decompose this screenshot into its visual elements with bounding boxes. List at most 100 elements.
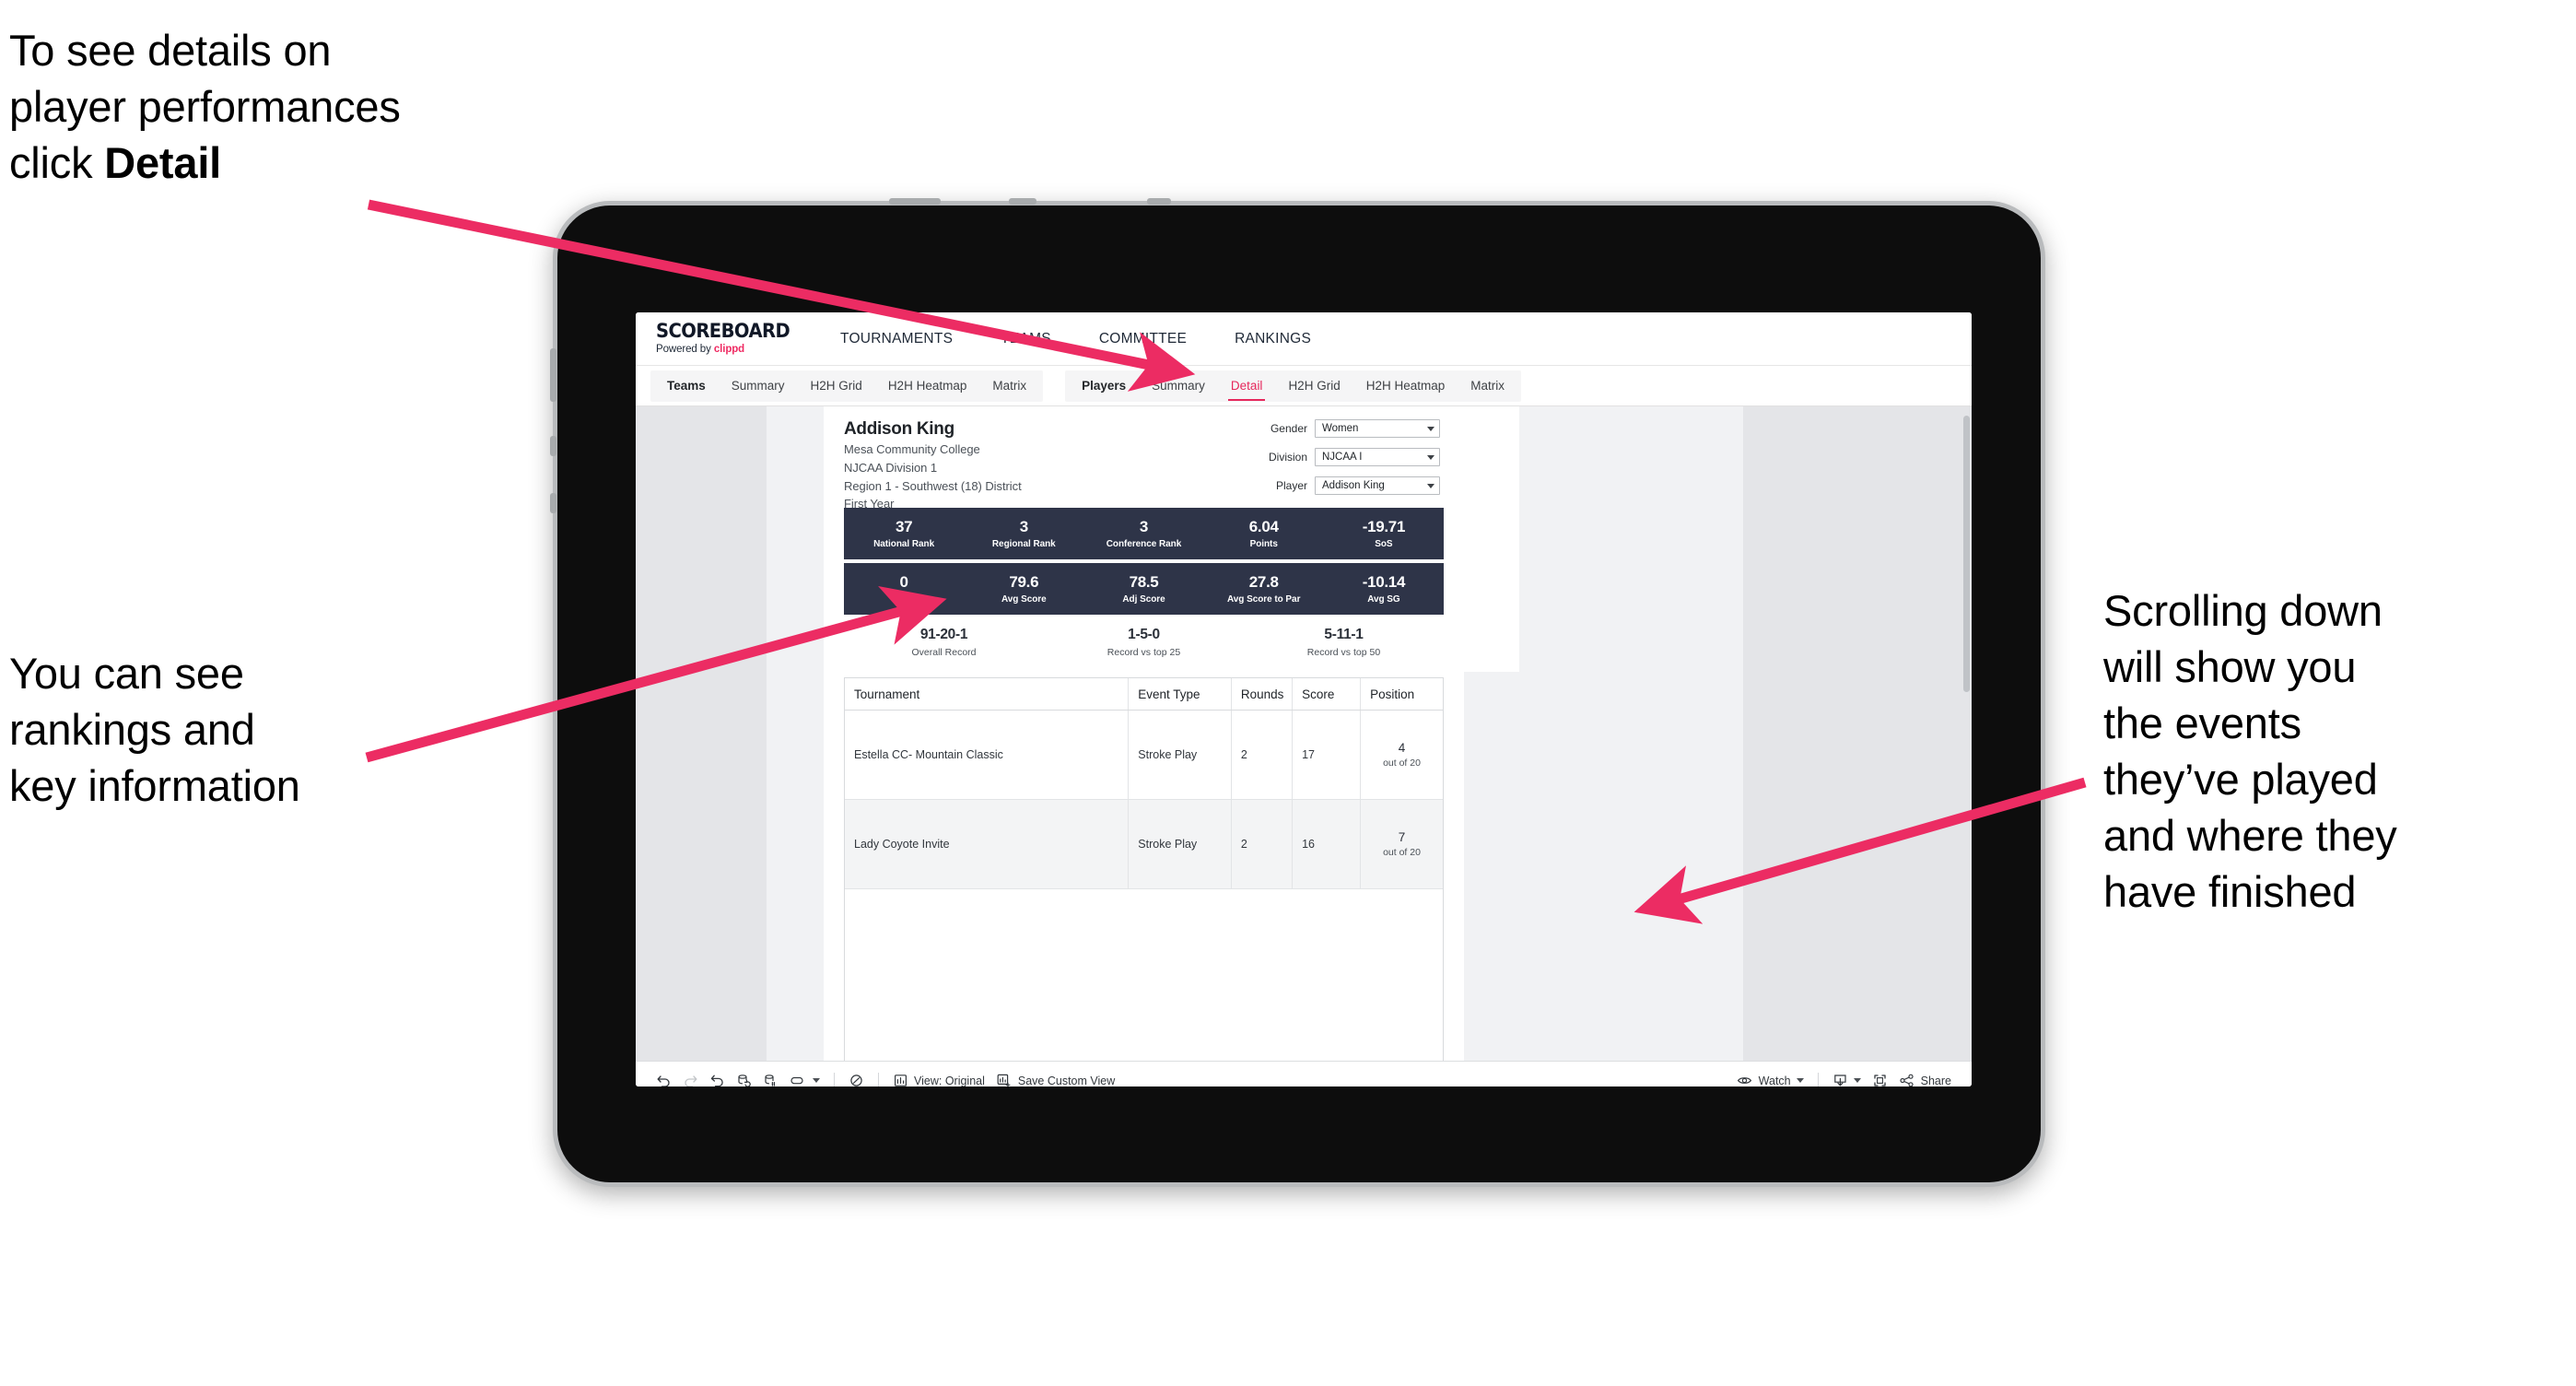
annotation-click-detail: To see details on player performances clic… xyxy=(9,22,617,191)
share-button[interactable]: Share xyxy=(1893,1069,1957,1087)
table-header-row: Tournament Event Type Rounds Score Position xyxy=(845,678,1443,711)
download-button[interactable] xyxy=(1827,1069,1867,1087)
record-label: Overall Record xyxy=(911,646,977,658)
table-row[interactable]: Lady Coyote Invite Stroke Play 2 16 7 out of … xyxy=(845,800,1443,889)
teams-tab-group: Teams Summary H2H Grid H2H Heatmap Matrix xyxy=(650,370,1044,402)
stat-wins: 0 Wins xyxy=(844,573,964,605)
brand-powered-prefix: Powered by xyxy=(656,344,714,356)
tab-teams[interactable]: Teams xyxy=(654,370,719,402)
vertical-scrollbar[interactable] xyxy=(1961,406,1972,1061)
tab-h2h-heatmap[interactable]: H2H Heatmap xyxy=(1353,370,1458,402)
stat-value: 78.5 xyxy=(1129,573,1159,592)
vertical-scrollbar-thumb[interactable] xyxy=(1963,416,1970,692)
view-chart-icon xyxy=(894,1075,907,1086)
pause-auto-update-icon xyxy=(765,1075,776,1086)
stat-label: National Rank xyxy=(873,538,935,549)
tab-h2h-grid[interactable]: H2H Grid xyxy=(798,370,875,402)
device-button-power xyxy=(550,348,556,402)
tab-h2h-grid[interactable]: H2H Grid xyxy=(1275,370,1352,402)
watch-label: Watch xyxy=(1758,1074,1791,1087)
top-nav-item-committee[interactable]: COMMITTEE xyxy=(1075,312,1211,365)
stat-label: Avg Score to Par xyxy=(1227,593,1301,605)
share-label: Share xyxy=(1920,1074,1951,1087)
player-division: NJCAA Division 1 xyxy=(844,460,938,475)
cell-score: 16 xyxy=(1293,800,1362,888)
visualization-canvas: Addison King Mesa Community College NJCA… xyxy=(636,406,1972,1061)
revert-button[interactable] xyxy=(704,1069,731,1086)
save-custom-view-button[interactable]: Save Custom View xyxy=(990,1069,1120,1086)
cell-event-type: Stroke Play xyxy=(1129,800,1232,888)
pause-auto-update-button[interactable] xyxy=(757,1069,784,1087)
card-right-strip-lower xyxy=(1464,672,1519,1061)
cell-rounds: 2 xyxy=(1232,800,1294,888)
chevron-down-icon xyxy=(813,1078,820,1083)
chevron-down-icon xyxy=(1853,1078,1861,1083)
download-icon xyxy=(1833,1075,1846,1086)
tab-matrix[interactable]: Matrix xyxy=(979,370,1039,402)
top-nav-item-tournaments[interactable]: TOURNAMENTS xyxy=(816,312,977,365)
stat-avg-score: 79.6 Avg Score xyxy=(964,573,1083,605)
stat-avg-sg: -10.14 Avg SG xyxy=(1324,573,1444,605)
chevron-down-icon xyxy=(1427,426,1434,431)
brand-title: SCOREBOARD xyxy=(656,320,790,343)
table-body: Estella CC- Mountain Classic Stroke Play 2… xyxy=(845,711,1443,889)
cell-score: 17 xyxy=(1293,711,1362,799)
table-header-score[interactable]: Score xyxy=(1293,678,1362,710)
watch-button[interactable]: Watch xyxy=(1731,1069,1809,1087)
view-original-label: View: Original xyxy=(914,1074,985,1087)
table-row[interactable]: Estella CC- Mountain Classic Stroke Play 2… xyxy=(845,711,1443,800)
filter-select-gender[interactable]: Women xyxy=(1315,419,1440,438)
tab-matrix[interactable]: Matrix xyxy=(1458,370,1517,402)
cell-position: 7 out of 20 xyxy=(1361,800,1443,888)
tournament-results-table: Tournament Event Type Rounds Score Position … xyxy=(844,677,1444,1061)
position-field-size: out of 20 xyxy=(1383,847,1421,859)
undo-button[interactable] xyxy=(650,1069,677,1086)
stat-avg-score-to-par: 27.8 Avg Score to Par xyxy=(1204,573,1324,605)
refresh-data-button[interactable] xyxy=(731,1069,757,1086)
top-nav-item-rankings[interactable]: RANKINGS xyxy=(1211,312,1335,365)
table-header-tournament[interactable]: Tournament xyxy=(845,678,1130,710)
pause-data-button[interactable] xyxy=(843,1069,870,1087)
stats-band-rankings: 37 National Rank 3 Regional Rank 3 Conference… xyxy=(844,508,1444,559)
device-button-volume-down xyxy=(550,493,556,513)
tab-h2h-heatmap[interactable]: H2H Heatmap xyxy=(875,370,980,402)
tab-summary[interactable]: Summary xyxy=(719,370,798,402)
record-value: 5-11-1 xyxy=(1324,627,1364,643)
pause-resume-dropdown[interactable] xyxy=(784,1069,825,1087)
brand-logo[interactable]: SCOREBOARD Powered by clippd xyxy=(636,312,816,365)
eye-icon xyxy=(1737,1077,1751,1084)
filter-row-division: Division NJCAA I xyxy=(1242,448,1440,466)
tab-detail[interactable]: Detail xyxy=(1218,370,1276,402)
player-header: Addison King Mesa Community College NJCA… xyxy=(844,419,1022,513)
stat-value: 37 xyxy=(895,518,913,536)
view-original-button[interactable]: View: Original xyxy=(887,1069,990,1087)
stat-value: 3 xyxy=(1139,518,1149,536)
redo-button[interactable] xyxy=(677,1069,704,1086)
device-button-top-a xyxy=(889,198,941,205)
stat-value: 79.6 xyxy=(1009,573,1039,592)
revert-icon xyxy=(710,1075,723,1086)
stat-label: Wins xyxy=(893,593,915,605)
filter-label-player: Player xyxy=(1275,479,1307,492)
table-header-event-type[interactable]: Event Type xyxy=(1129,678,1232,710)
device-button-top-c xyxy=(1147,198,1171,205)
stat-label: Avg Score xyxy=(1001,593,1047,605)
table-header-position[interactable]: Position xyxy=(1361,678,1443,710)
top-navigation: TOURNAMENTS TEAMS COMMITTEE RANKINGS xyxy=(816,312,1335,365)
filter-select-player[interactable]: Addison King xyxy=(1315,476,1440,495)
fullscreen-button[interactable] xyxy=(1867,1069,1893,1087)
stat-label: Conference Rank xyxy=(1106,538,1182,549)
record-value: 91-20-1 xyxy=(919,627,968,643)
stat-value: 6.04 xyxy=(1248,518,1279,536)
position-value: 7 xyxy=(1398,829,1406,844)
stat-adj-score: 78.5 Adj Score xyxy=(1083,573,1203,605)
filter-label-gender: Gender xyxy=(1270,422,1307,435)
top-nav-item-teams[interactable]: TEAMS xyxy=(977,312,1075,365)
tab-summary[interactable]: Summary xyxy=(1139,370,1218,402)
clock-pause-icon xyxy=(850,1075,862,1086)
filter-select-division[interactable]: NJCAA I xyxy=(1315,448,1440,466)
table-header-rounds[interactable]: Rounds xyxy=(1232,678,1294,710)
annotation-line-3-bold: Detail xyxy=(104,138,222,188)
stat-value: 3 xyxy=(1019,518,1028,536)
tab-players[interactable]: Players xyxy=(1069,370,1139,402)
